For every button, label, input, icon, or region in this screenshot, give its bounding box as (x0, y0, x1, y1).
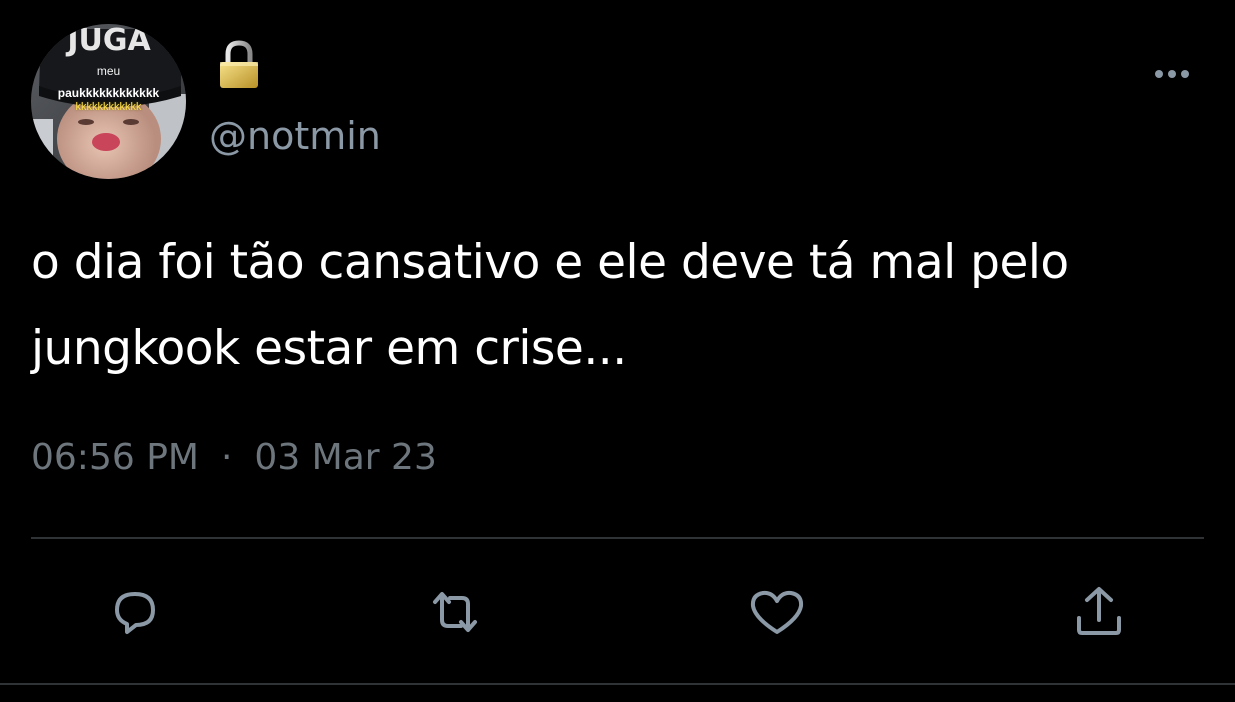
avatar-cap-text: JUGA (65, 24, 151, 58)
share-icon (1077, 587, 1121, 635)
lock-icon (220, 40, 258, 88)
avatar[interactable]: JUGA meu paukkkkkkkkkkkk kkkkkkkkkkkk (31, 24, 186, 179)
tweet-text: o dia foi tão cansativo e ele deve tá ma… (31, 235, 1084, 376)
tweet-meta: 06:56 PM · 03 Mar 23 (31, 433, 437, 483)
tweet-time[interactable]: 06:56 PM (31, 437, 199, 478)
avatar-caption-line-2: paukkkkkkkkkkkk (57, 86, 160, 100)
meta-separator: · (220, 437, 233, 478)
retweet-button[interactable] (423, 580, 487, 644)
divider (31, 537, 1204, 539)
reply-button[interactable] (103, 580, 167, 644)
retweet-icon (433, 592, 477, 632)
avatar-caption-line-1: meu (96, 64, 121, 78)
avatar-caption-line-3: kkkkkkkkkkkk (75, 101, 142, 113)
action-bar (0, 580, 1235, 644)
like-button[interactable] (745, 580, 809, 644)
share-button[interactable] (1067, 580, 1131, 644)
tweet-date[interactable]: 03 Mar 23 (254, 437, 436, 478)
heart-icon (750, 590, 804, 634)
more-options-icon[interactable] (1152, 64, 1192, 84)
tweet: JUGA meu paukkkkkkkkkkkk kkkkkkkkkkkk @n… (0, 0, 1235, 702)
bottom-border (0, 683, 1235, 685)
author-handle[interactable]: @notmin (209, 112, 381, 160)
reply-icon (115, 592, 155, 634)
